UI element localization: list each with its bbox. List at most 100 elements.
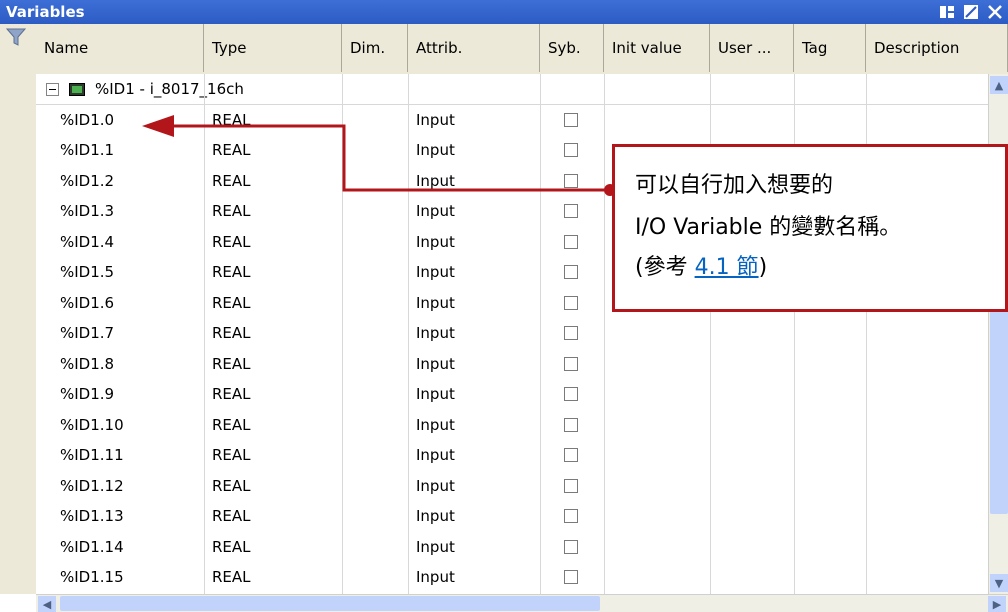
cell-type[interactable]: REAL — [204, 257, 342, 288]
cell-name[interactable]: %ID1.1 — [36, 135, 204, 166]
cell-type[interactable]: REAL — [204, 440, 342, 471]
cell-attrib[interactable]: Input — [408, 257, 540, 288]
cell-type[interactable]: REAL — [204, 562, 342, 593]
cell-description[interactable] — [866, 440, 988, 471]
cell-syb[interactable] — [540, 531, 604, 562]
cell-syb[interactable] — [540, 501, 604, 532]
column-header-type[interactable]: Type — [204, 24, 342, 72]
cell-user[interactable] — [710, 470, 794, 501]
cell-name[interactable]: %ID1.13 — [36, 501, 204, 532]
cell-type[interactable]: REAL — [204, 379, 342, 410]
scroll-left-icon[interactable]: ◀ — [38, 596, 56, 612]
cell-name[interactable]: %ID1.7 — [36, 318, 204, 349]
dock-icon[interactable] — [938, 3, 956, 21]
syb-checkbox[interactable] — [564, 448, 578, 462]
column-header-init-value[interactable]: Init value — [604, 24, 710, 72]
close-icon[interactable] — [986, 3, 1004, 21]
cell-tag[interactable] — [794, 470, 866, 501]
scroll-right-icon[interactable]: ▶ — [988, 596, 1006, 612]
vertical-scroll-thumb[interactable] — [990, 298, 1008, 514]
cell-user[interactable] — [710, 440, 794, 471]
cell-type[interactable]: REAL — [204, 196, 342, 227]
syb-checkbox[interactable] — [564, 112, 578, 127]
table-row[interactable]: %ID1.11 REAL Input — [36, 440, 988, 471]
cell-syb[interactable] — [540, 409, 604, 440]
column-header-name[interactable]: Name — [36, 24, 204, 72]
cell-name[interactable]: %ID1.10 — [36, 409, 204, 440]
syb-checkbox[interactable] — [564, 234, 578, 249]
cell-dim[interactable] — [342, 440, 408, 471]
cell-tag[interactable] — [794, 318, 866, 349]
cell-type[interactable]: REAL — [204, 409, 342, 440]
cell-init-value[interactable] — [604, 409, 710, 440]
edit-icon[interactable] — [962, 3, 980, 21]
cell-description[interactable] — [866, 470, 988, 501]
cell-type[interactable]: REAL — [204, 287, 342, 318]
cell-type[interactable]: REAL — [204, 318, 342, 349]
cell-name[interactable]: %ID1.8 — [36, 348, 204, 379]
cell-init-value[interactable] — [604, 104, 710, 135]
cell-name[interactable]: %ID1.6 — [36, 287, 204, 318]
cell-init-value[interactable] — [604, 440, 710, 471]
cell-user[interactable] — [710, 318, 794, 349]
syb-checkbox[interactable] — [564, 143, 578, 157]
cell-tag[interactable] — [794, 409, 866, 440]
cell-description[interactable] — [866, 104, 988, 135]
cell-user[interactable] — [710, 379, 794, 410]
cell-type[interactable]: REAL — [204, 226, 342, 257]
table-row[interactable]: %ID1.0 REAL Input — [36, 104, 988, 135]
cell-syb[interactable] — [540, 226, 604, 257]
syb-checkbox[interactable] — [564, 204, 578, 218]
cell-description[interactable] — [866, 562, 988, 593]
cell-description[interactable] — [866, 348, 988, 379]
cell-tag[interactable] — [794, 501, 866, 532]
cell-dim[interactable] — [342, 379, 408, 410]
cell-syb[interactable] — [540, 165, 604, 196]
cell-dim[interactable] — [342, 562, 408, 593]
cell-name[interactable]: %ID1.2 — [36, 165, 204, 196]
cell-syb[interactable] — [540, 348, 604, 379]
cell-name[interactable]: %ID1.5 — [36, 257, 204, 288]
cell-description[interactable] — [866, 531, 988, 562]
cell-type[interactable]: REAL — [204, 135, 342, 166]
cell-name[interactable]: %ID1.11 — [36, 440, 204, 471]
syb-checkbox[interactable] — [564, 417, 578, 432]
cell-init-value[interactable] — [604, 379, 710, 410]
cell-init-value[interactable] — [604, 562, 710, 593]
cell-tag[interactable] — [794, 531, 866, 562]
cell-description[interactable] — [866, 379, 988, 410]
column-header-attrib[interactable]: Attrib. — [408, 24, 540, 72]
cell-syb[interactable] — [540, 379, 604, 410]
cell-syb[interactable] — [540, 562, 604, 593]
cell-init-value[interactable] — [604, 318, 710, 349]
syb-checkbox[interactable] — [564, 173, 578, 188]
syb-checkbox[interactable] — [564, 570, 578, 584]
cell-syb[interactable] — [540, 440, 604, 471]
cell-dim[interactable] — [342, 257, 408, 288]
horizontal-scrollbar[interactable]: ◀ ▶ — [36, 594, 1008, 612]
cell-user[interactable] — [710, 501, 794, 532]
cell-attrib[interactable]: Input — [408, 562, 540, 593]
syb-checkbox[interactable] — [564, 326, 578, 340]
cell-attrib[interactable]: Input — [408, 440, 540, 471]
cell-init-value[interactable] — [604, 531, 710, 562]
cell-attrib[interactable]: Input — [408, 348, 540, 379]
cell-tag[interactable] — [794, 562, 866, 593]
cell-name[interactable]: %ID1.4 — [36, 226, 204, 257]
cell-attrib[interactable]: Input — [408, 165, 540, 196]
syb-checkbox[interactable] — [564, 356, 578, 371]
cell-tag[interactable] — [794, 104, 866, 135]
column-header-tag[interactable]: Tag — [794, 24, 866, 72]
cell-attrib[interactable]: Input — [408, 196, 540, 227]
table-row[interactable]: %ID1.7 REAL Input — [36, 318, 988, 349]
cell-description[interactable] — [866, 318, 988, 349]
cell-name[interactable]: %ID1.14 — [36, 531, 204, 562]
cell-attrib[interactable]: Input — [408, 287, 540, 318]
syb-checkbox[interactable] — [564, 265, 578, 279]
cell-name[interactable]: %ID1.15 — [36, 562, 204, 593]
cell-type[interactable]: REAL — [204, 501, 342, 532]
cell-name[interactable]: %ID1.9 — [36, 379, 204, 410]
section-link[interactable]: 4.1 節 — [695, 255, 759, 280]
cell-attrib[interactable]: Input — [408, 226, 540, 257]
cell-attrib[interactable]: Input — [408, 379, 540, 410]
